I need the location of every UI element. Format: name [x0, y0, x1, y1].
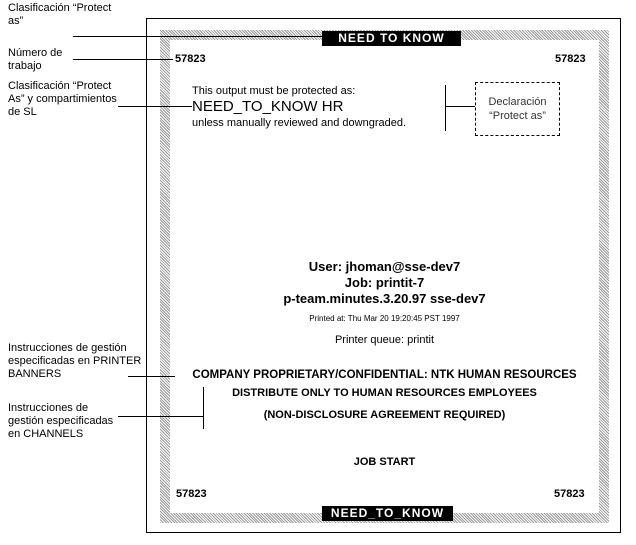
job-number-top-right: 57823: [555, 53, 586, 65]
leader-line: [73, 36, 322, 37]
leader-line: [118, 106, 192, 107]
user-line: User: jhoman@sse-dev7: [308, 259, 461, 274]
job-number-bottom-right: 57823: [554, 488, 585, 500]
bracket-line: [445, 85, 446, 131]
declaration-callout: Declaración “Protect as”: [475, 82, 560, 136]
channel-text-2: (NON-DISCLOSURE AGREEMENT REQUIRED): [263, 409, 506, 421]
job-line: Job: printit-7: [344, 275, 425, 290]
job-start: JOB START: [353, 456, 416, 468]
callout-printer-banners: Instrucciones de gestión especificadas e…: [8, 342, 142, 380]
channel-text-1: DISTRIBUTE ONLY TO HUMAN RESOURCES EMPLO…: [232, 387, 537, 399]
callout-channels: Instrucciones de gestión especificadas e…: [8, 402, 114, 440]
protect-as-label: NEED_TO_KNOW HR: [192, 98, 344, 115]
callout-job-number: Número de trabajo: [8, 47, 63, 72]
protect-line-3: unless manually reviewed and downgraded.: [192, 117, 407, 129]
printed-at: Printed at: Thu Mar 20 19:20:45 PST 1997: [309, 314, 460, 323]
callout-protect-as-class: Clasificación “Protect as”: [8, 2, 112, 27]
job-number-bottom-left: 57823: [176, 488, 207, 500]
leader-line: [128, 376, 175, 377]
callout-protect-as-sl: Clasificación “Protect As” y compartimie…: [8, 80, 117, 118]
leader-line: [118, 416, 203, 417]
bracket-line: [203, 387, 204, 429]
bottom-classification-banner: NEED_TO_KNOW: [322, 506, 453, 521]
printer-queue: Printer queue: printit: [334, 334, 435, 346]
job-number-top-left: 57823: [175, 53, 206, 65]
leader-line: [445, 106, 475, 107]
file-line: p-team.minutes.3.20.97 sse-dev7: [283, 291, 486, 306]
leader-line: [73, 59, 173, 60]
protect-line-1: This output must be protected as:: [192, 85, 356, 97]
top-classification-banner: NEED TO KNOW: [322, 31, 461, 46]
printer-banner-text: COMPANY PROPRIETARY/CONFIDENTIAL: NTK HU…: [192, 369, 577, 381]
